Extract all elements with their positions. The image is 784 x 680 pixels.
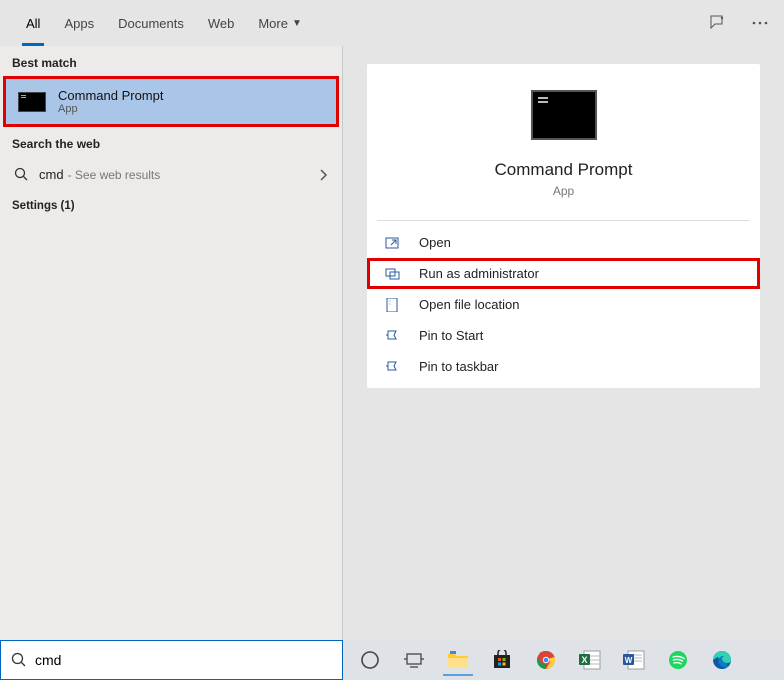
action-label: Pin to Start	[419, 328, 483, 343]
taskbar-excel[interactable]: X	[571, 644, 609, 676]
action-label: Run as administrator	[419, 266, 539, 281]
folder-icon	[385, 298, 409, 312]
section-settings-label: Settings (1)	[0, 192, 342, 216]
search-icon	[11, 652, 27, 668]
admin-icon	[385, 267, 409, 281]
search-input[interactable]	[35, 652, 332, 668]
best-match-title: Command Prompt	[58, 88, 163, 103]
taskbar-chrome[interactable]	[527, 644, 565, 676]
section-best-match-label: Best match	[0, 46, 342, 76]
tab-label: Documents	[118, 16, 184, 31]
tab-all[interactable]: All	[14, 0, 52, 46]
open-icon	[385, 236, 409, 250]
pin-icon	[385, 360, 409, 374]
action-pin-taskbar[interactable]: Pin to taskbar	[367, 351, 760, 382]
web-result-item[interactable]: cmd - See web results	[0, 157, 342, 192]
best-match-subtitle: App	[58, 103, 163, 115]
action-pin-start[interactable]: Pin to Start	[367, 320, 760, 351]
preview-card: Command Prompt App Open Run as administr…	[367, 64, 760, 388]
action-open[interactable]: Open	[367, 227, 760, 258]
chevron-right-icon	[320, 169, 328, 181]
taskbar-edge[interactable]	[703, 644, 741, 676]
taskbar-store[interactable]	[483, 644, 521, 676]
web-term: cmd	[39, 167, 64, 182]
command-prompt-icon	[18, 92, 46, 112]
tab-more[interactable]: More ▼	[246, 0, 314, 46]
details-pane: Command Prompt App Open Run as administr…	[343, 46, 784, 640]
search-box[interactable]	[0, 640, 343, 680]
search-filter-tabs: All Apps Documents Web More ▼	[0, 0, 784, 46]
tab-label: All	[26, 16, 40, 31]
action-list: Open Run as administrator Open file loca…	[367, 221, 760, 388]
best-match-item[interactable]: Command Prompt App	[3, 76, 339, 127]
svg-text:W: W	[625, 656, 633, 665]
command-prompt-icon	[531, 90, 597, 140]
tab-label: Web	[208, 16, 235, 31]
taskbar-cortana[interactable]	[351, 644, 389, 676]
action-label: Pin to taskbar	[419, 359, 499, 374]
svg-text:X: X	[581, 655, 587, 665]
taskbar: X W	[343, 640, 784, 680]
action-label: Open file location	[419, 297, 519, 312]
taskbar-word[interactable]: W	[615, 644, 653, 676]
search-icon	[14, 167, 29, 182]
action-run-as-admin[interactable]: Run as administrator	[367, 258, 760, 289]
preview-title: Command Prompt	[367, 160, 760, 180]
taskbar-taskview[interactable]	[395, 644, 433, 676]
more-options-icon[interactable]	[748, 11, 772, 35]
web-hint: - See web results	[68, 168, 161, 182]
section-search-web-label: Search the web	[0, 127, 342, 157]
action-open-location[interactable]: Open file location	[367, 289, 760, 320]
tab-apps[interactable]: Apps	[52, 0, 106, 46]
taskbar-file-explorer[interactable]	[439, 644, 477, 676]
tab-web[interactable]: Web	[196, 0, 247, 46]
tab-label: Apps	[64, 16, 94, 31]
results-pane: Best match Command Prompt App Search the…	[0, 46, 343, 640]
action-label: Open	[419, 235, 451, 250]
feedback-icon[interactable]	[706, 11, 730, 35]
chevron-down-icon: ▼	[292, 18, 302, 29]
tab-documents[interactable]: Documents	[106, 0, 196, 46]
taskbar-spotify[interactable]	[659, 644, 697, 676]
tab-label: More	[258, 16, 288, 31]
preview-subtitle: App	[367, 184, 760, 220]
pin-icon	[385, 329, 409, 343]
